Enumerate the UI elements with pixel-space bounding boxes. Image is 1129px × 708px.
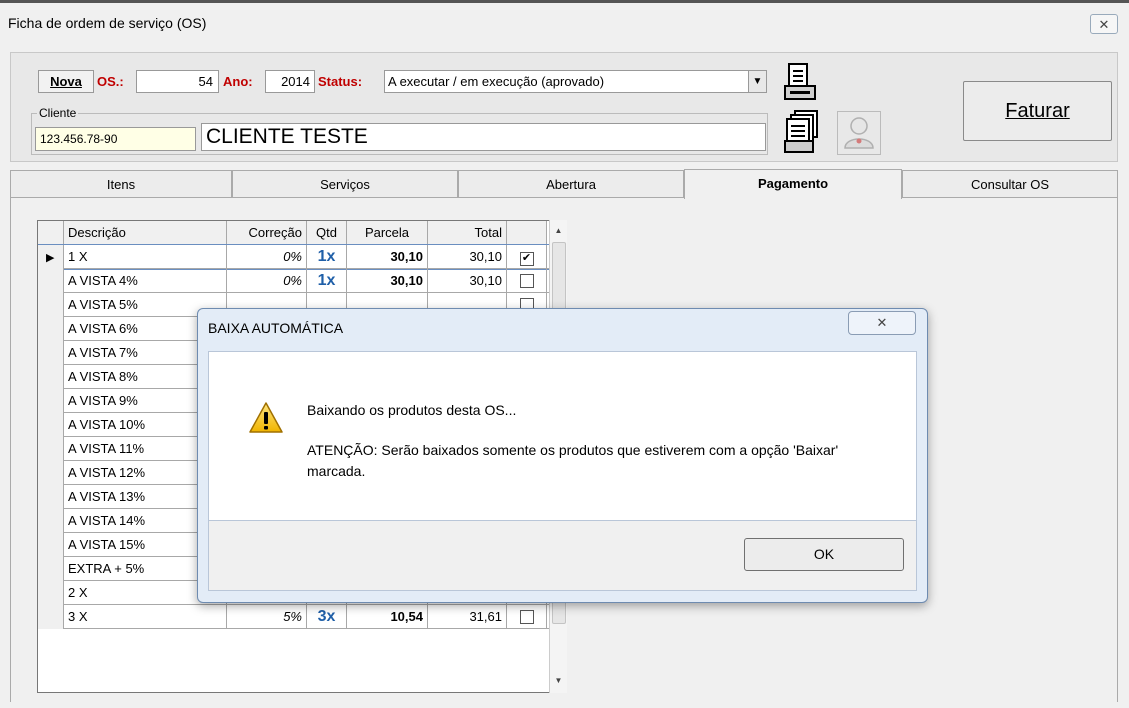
grid-header: Descrição Correção Qtd Parcela Total — [38, 221, 556, 245]
row-indicator[interactable]: ▶ — [38, 245, 64, 269]
col-header-qtd[interactable]: Qtd — [307, 221, 347, 245]
faturar-button[interactable]: Faturar — [963, 81, 1112, 141]
row-indicator[interactable] — [38, 461, 64, 485]
ano-field[interactable]: 2014 — [265, 70, 315, 93]
cell-qtd[interactable]: 3x — [307, 605, 347, 629]
status-label: Status: — [318, 74, 363, 89]
faturar-label: Faturar — [1005, 100, 1070, 122]
cell-descricao[interactable]: 3 X — [64, 605, 227, 629]
tab-itens[interactable]: Itens — [10, 170, 232, 198]
row-indicator[interactable] — [38, 437, 64, 461]
row-indicator[interactable] — [38, 341, 64, 365]
cell-parcela[interactable]: 30,10 — [347, 245, 428, 269]
documents-icon — [784, 110, 818, 153]
cell-total[interactable]: 30,10 — [428, 245, 507, 269]
dialog-body: Baixando os produtos desta OS... ATENÇÃO… — [208, 351, 917, 521]
row-indicator[interactable] — [38, 389, 64, 413]
cliente-document-field[interactable]: 123.456.78-90 — [35, 127, 196, 151]
warning-icon — [249, 402, 283, 433]
tab-abertura[interactable]: Abertura — [458, 170, 684, 198]
baixar-checkbox[interactable]: ✔ — [519, 252, 534, 266]
col-header-descricao[interactable]: Descrição — [64, 221, 227, 245]
cell-qtd[interactable]: 1x — [307, 269, 347, 293]
documents-button[interactable] — [783, 109, 823, 157]
chevron-down-icon[interactable]: ▼ — [748, 71, 766, 92]
tab-bar: Itens Serviços Abertura Pagamento Consul… — [10, 169, 1118, 199]
cell-correcao[interactable]: 0% — [227, 245, 307, 269]
dialog-footer: OK — [208, 521, 917, 591]
os-header-panel: Nova OS.: 54 Ano: 2014 Status: A executa… — [10, 52, 1118, 162]
scroll-up-arrow[interactable]: ▲ — [550, 226, 567, 235]
cell-correcao[interactable]: 0% — [227, 269, 307, 293]
cell-baixar — [507, 605, 547, 629]
print-button[interactable] — [781, 62, 819, 104]
nova-button[interactable]: Nova — [38, 70, 94, 93]
dialog-message-2: ATENÇÃO: Serão baixados somente os produ… — [307, 442, 839, 479]
cliente-label: Cliente — [37, 106, 79, 120]
cell-correcao[interactable]: 5% — [227, 605, 307, 629]
row-indicator[interactable] — [38, 533, 64, 557]
row-indicator[interactable] — [38, 581, 64, 605]
dialog-title: BAIXA AUTOMÁTICA — [208, 320, 344, 336]
window-close-button[interactable]: ✕ — [1090, 14, 1118, 34]
row-indicator[interactable] — [38, 413, 64, 437]
cell-total[interactable]: 30,10 — [428, 269, 507, 293]
cliente-name-field[interactable]: CLIENTE TESTE — [201, 123, 766, 151]
tab-pagamento[interactable]: Pagamento — [684, 169, 902, 199]
col-header-correcao[interactable]: Correção — [227, 221, 307, 245]
row-indicator[interactable] — [38, 509, 64, 533]
cell-parcela[interactable]: 10,54 — [347, 605, 428, 629]
row-indicator[interactable] — [38, 293, 64, 317]
row-indicator[interactable] — [38, 365, 64, 389]
dialog-message-1: Baixando os produtos desta OS... — [307, 402, 517, 418]
dialog-close-button[interactable]: ✕ — [848, 311, 916, 335]
row-indicator[interactable] — [38, 317, 64, 341]
os-number-field[interactable]: 54 — [136, 70, 219, 93]
tab-servicos[interactable]: Serviços — [232, 170, 458, 198]
ano-label: Ano: — [223, 74, 253, 89]
cell-descricao[interactable]: A VISTA 4% — [64, 269, 227, 293]
baixa-automatica-dialog: BAIXA AUTOMÁTICA ✕ Baixando os produtos … — [197, 308, 928, 603]
cell-baixar — [507, 269, 547, 293]
ok-button[interactable]: OK — [744, 538, 904, 571]
os-label: OS.: — [97, 74, 124, 89]
tab-consultar-os[interactable]: Consultar OS — [902, 170, 1118, 198]
cell-baixar: ✔ — [507, 245, 547, 269]
user-avatar-icon — [844, 117, 874, 149]
col-header-parcela[interactable]: Parcela — [347, 221, 428, 245]
row-indicator[interactable] — [38, 605, 64, 629]
scroll-down-arrow[interactable]: ▼ — [550, 676, 567, 685]
grid-indicator-header — [38, 221, 64, 245]
table-row[interactable]: A VISTA 4% 0% 1x 30,10 30,10 — [38, 269, 556, 293]
table-row[interactable]: ▶ 1 X 0% 1x 30,10 30,10 ✔ — [38, 244, 556, 270]
window-title: Ficha de ordem de serviço (OS) — [8, 15, 207, 31]
window-titlebar: Ficha de ordem de serviço (OS) ✕ — [0, 0, 1129, 42]
row-indicator[interactable] — [38, 557, 64, 581]
status-select-value: A executar / em execução (aprovado) — [388, 74, 605, 89]
cell-descricao[interactable]: 1 X — [64, 245, 227, 269]
user-avatar-button[interactable] — [837, 111, 881, 155]
current-row-arrow-icon: ▶ — [46, 252, 55, 264]
col-header-total[interactable]: Total — [428, 221, 507, 245]
row-indicator[interactable] — [38, 269, 64, 293]
baixar-checkbox[interactable] — [519, 610, 534, 624]
cell-parcela[interactable]: 30,10 — [347, 269, 428, 293]
cell-total[interactable]: 31,61 — [428, 605, 507, 629]
print-icon — [784, 63, 816, 100]
baixar-checkbox[interactable] — [519, 274, 534, 288]
row-indicator[interactable] — [38, 485, 64, 509]
table-row[interactable]: 3 X 5% 3x 10,54 31,61 — [38, 605, 556, 629]
status-select[interactable]: A executar / em execução (aprovado) ▼ — [384, 70, 767, 93]
cell-qtd[interactable]: 1x — [307, 245, 347, 269]
col-header-check[interactable] — [507, 221, 547, 245]
